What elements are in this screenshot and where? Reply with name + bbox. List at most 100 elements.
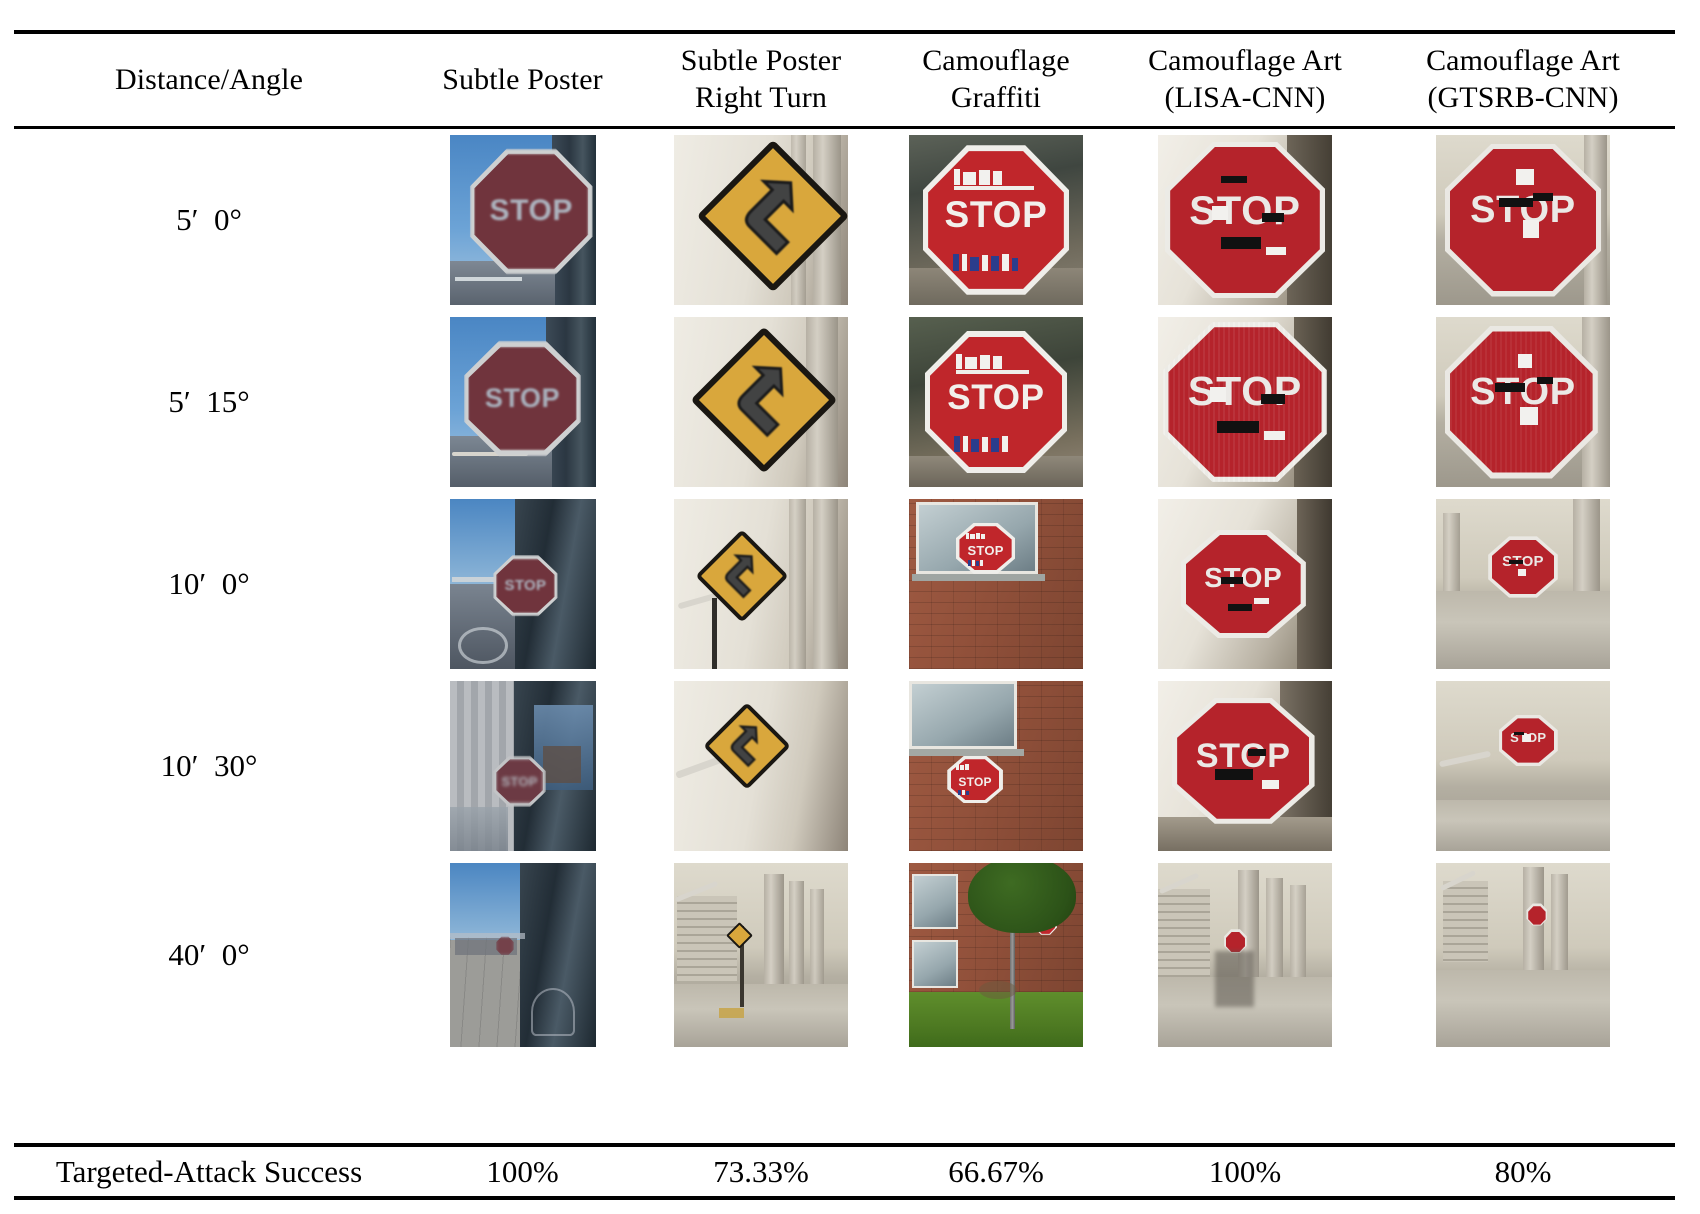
cell-subtle-poster-10ft-0deg: STOP — [404, 493, 641, 675]
header-line: Subtle Poster — [442, 62, 603, 96]
header-line: (GTSRB-CNN) — [1427, 81, 1619, 114]
row-label-40ft-0deg: 40′ 0° — [168, 937, 250, 972]
cell-subtle-poster-5ft-15deg: STOP — [404, 311, 641, 493]
cell-camouflage-art-lisa-10ft-0deg: STOP — [1111, 493, 1379, 675]
table-row: 40′ 0° — [14, 857, 1675, 1053]
cell-subtle-poster-right-turn-5ft-15deg — [641, 311, 881, 493]
cell-subtle-poster-right-turn-10ft-0deg — [641, 493, 881, 675]
photo-subtle-poster-5ft-15deg: STOP — [449, 317, 596, 487]
photo-subtle-poster-10ft-30deg: STOP — [449, 681, 596, 851]
header-line: Graffiti — [950, 81, 1042, 114]
stop-sign-text: STOP — [967, 542, 1004, 558]
stop-sign-text: STOP — [958, 774, 992, 789]
cell-camouflage-graffiti-10ft-0deg: STOP — [881, 493, 1111, 675]
right-turn-arrow-icon — [717, 716, 777, 776]
header-line: Camouflage Art — [1426, 44, 1620, 78]
cell-subtle-poster-40ft-0deg — [404, 857, 641, 1053]
photo-camouflage-art-gtsrb-5ft-0deg: STOP — [1436, 135, 1610, 305]
photo-right-turn-10ft-0deg — [674, 499, 848, 669]
table-body: 5′ 0° STOP STOP STOP STOP 5′ 15° STOP ST… — [14, 129, 1675, 1143]
cell-camouflage-art-lisa-5ft-15deg: STOP — [1111, 311, 1379, 493]
footer-value-camouflage-art-gtsrb-cnn: 80% — [1494, 1153, 1552, 1189]
stop-sign-text: STOP — [489, 194, 574, 228]
column-header-subtle-poster: Subtle Poster — [404, 62, 641, 99]
table-header-row: Distance/Angle Subtle Poster Subtle Post… — [14, 34, 1675, 126]
stop-sign-text: STOP — [1204, 561, 1283, 593]
stop-sign-text: STOP — [504, 577, 547, 595]
footer-label-targeted-attack-success: Targeted-Attack Success — [55, 1153, 363, 1189]
row-label-5ft-0deg: 5′ 0° — [176, 202, 242, 237]
photo-graffiti-40ft-0deg — [909, 863, 1083, 1047]
header-line: Subtle Poster — [680, 44, 842, 78]
stop-sign-text: STOP — [947, 377, 1045, 417]
photo-right-turn-10ft-30deg — [674, 681, 848, 851]
column-header-camouflage-graffiti: Camouflage Graffiti — [881, 43, 1111, 116]
header-line: Right Turn — [695, 81, 827, 114]
photo-graffiti-5ft-15deg: STOP — [909, 317, 1083, 487]
stop-sign-text: STOP — [1189, 189, 1301, 234]
photo-camouflage-art-gtsrb-10ft-0deg: STOP — [1436, 499, 1610, 669]
cell-camouflage-graffiti-40ft-0deg — [881, 857, 1111, 1053]
row-label-5ft-15deg: 5′ 15° — [168, 384, 250, 419]
cell-camouflage-graffiti-5ft-15deg: STOP — [881, 311, 1111, 493]
photo-camouflage-art-lisa-40ft-0deg — [1158, 863, 1332, 1047]
stop-sign-text: STOP — [1187, 368, 1303, 415]
photo-camouflage-art-lisa-10ft-0deg: STOP — [1158, 499, 1332, 669]
footer-value-subtle-poster-right-turn: 73.33% — [713, 1153, 809, 1189]
header-line: (LISA-CNN) — [1164, 81, 1326, 114]
cell-subtle-poster-right-turn-5ft-0deg — [641, 129, 881, 311]
photo-camouflage-art-lisa-10ft-30deg: STOP — [1158, 681, 1332, 851]
photo-graffiti-10ft-0deg: STOP — [909, 499, 1083, 669]
cell-subtle-poster-5ft-0deg: STOP — [404, 129, 641, 311]
cell-camouflage-art-lisa-10ft-30deg: STOP — [1111, 675, 1379, 857]
photo-camouflage-art-gtsrb-5ft-15deg: STOP — [1436, 317, 1610, 487]
stop-sign-text: STOP — [484, 383, 561, 414]
cell-subtle-poster-10ft-30deg: STOP — [404, 675, 641, 857]
cell-camouflage-art-gtsrb-5ft-0deg: STOP — [1379, 129, 1667, 311]
column-header-camouflage-art-gtsrb-cnn: Camouflage Art (GTSRB-CNN) — [1379, 43, 1667, 116]
photo-right-turn-5ft-15deg — [674, 317, 848, 487]
table-row: 10′ 0° STOP STOP STOP — [14, 493, 1675, 675]
photo-right-turn-40ft-0deg — [674, 863, 848, 1047]
photo-subtle-poster-10ft-0deg: STOP — [449, 499, 596, 669]
cell-camouflage-graffiti-10ft-30deg: STOP — [881, 675, 1111, 857]
row-label-10ft-0deg: 10′ 0° — [168, 566, 250, 601]
photo-camouflage-art-lisa-5ft-15deg: STOP — [1158, 317, 1332, 487]
table-row: 5′ 0° STOP STOP STOP STOP — [14, 129, 1675, 311]
cell-camouflage-art-gtsrb-10ft-30deg: STOP — [1379, 675, 1667, 857]
footer-value-camouflage-graffiti: 66.67% — [948, 1153, 1044, 1189]
right-turn-arrow-icon — [714, 349, 815, 450]
results-table: Distance/Angle Subtle Poster Subtle Post… — [0, 0, 1700, 1214]
stop-sign-text: STOP — [944, 194, 1048, 236]
cell-camouflage-graffiti-5ft-0deg: STOP HATE LOVE — [881, 129, 1111, 311]
stop-sign-text: STOP — [501, 773, 538, 789]
row-label-10ft-30deg: 10′ 30° — [160, 748, 258, 783]
photo-graffiti-5ft-0deg: STOP HATE LOVE — [909, 135, 1083, 305]
footer-value-subtle-poster: 100% — [486, 1153, 559, 1189]
photo-camouflage-art-gtsrb-10ft-30deg: STOP — [1436, 681, 1610, 851]
right-turn-arrow-icon — [720, 163, 827, 270]
header-line: Distance/Angle — [114, 62, 303, 96]
header-line: Camouflage Art — [1148, 44, 1342, 78]
column-header-subtle-poster-right-turn: Subtle Poster Right Turn — [641, 43, 881, 116]
cell-subtle-poster-right-turn-10ft-30deg — [641, 675, 881, 857]
photo-subtle-poster-40ft-0deg — [449, 863, 596, 1047]
cell-camouflage-art-gtsrb-40ft-0deg — [1379, 857, 1667, 1053]
photo-camouflage-art-gtsrb-40ft-0deg — [1436, 863, 1610, 1047]
cell-subtle-poster-right-turn-40ft-0deg — [641, 857, 881, 1053]
header-line: Camouflage — [922, 44, 1070, 78]
column-header-camouflage-art-lisa-cnn: Camouflage Art (LISA-CNN) — [1111, 43, 1379, 116]
photo-camouflage-art-lisa-5ft-0deg: STOP — [1158, 135, 1332, 305]
column-header-distance-angle: Distance/Angle — [14, 62, 404, 99]
table-bottom-rule — [14, 1196, 1675, 1200]
cell-camouflage-art-lisa-5ft-0deg: STOP — [1111, 129, 1379, 311]
table-row: 10′ 30° STOP STOP STOP — [14, 675, 1675, 857]
photo-graffiti-10ft-30deg: STOP — [909, 681, 1083, 851]
cell-camouflage-art-gtsrb-10ft-0deg: STOP — [1379, 493, 1667, 675]
cell-camouflage-art-gtsrb-5ft-15deg: STOP — [1379, 311, 1667, 493]
photo-subtle-poster-5ft-0deg: STOP — [449, 135, 596, 305]
cell-camouflage-art-lisa-40ft-0deg — [1111, 857, 1379, 1053]
table-footer-row: Targeted-Attack Success 100% 73.33% 66.6… — [14, 1147, 1675, 1196]
photo-right-turn-5ft-0deg — [674, 135, 848, 305]
table-row: 5′ 15° STOP STOP STOP — [14, 311, 1675, 493]
